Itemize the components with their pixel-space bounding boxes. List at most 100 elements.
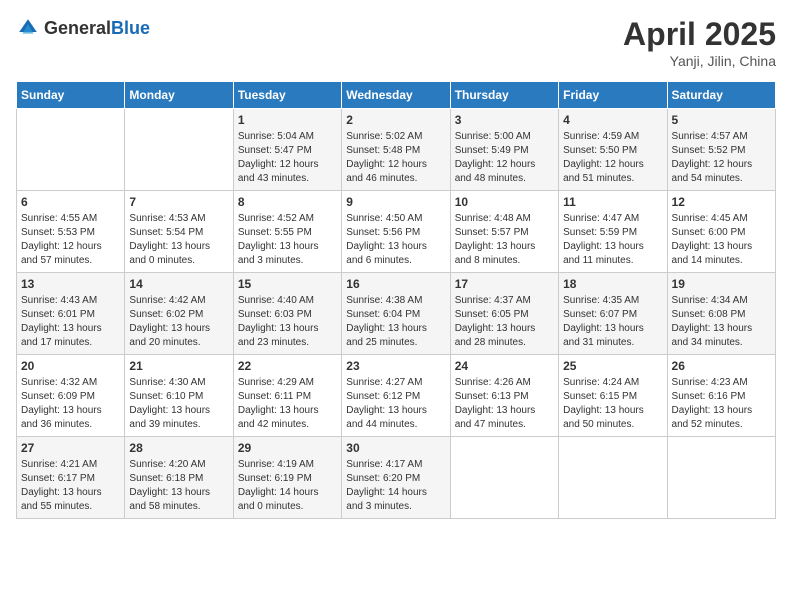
day-number: 20: [21, 359, 120, 373]
calendar-cell: 10Sunrise: 4:48 AMSunset: 5:57 PMDayligh…: [450, 191, 558, 273]
logo-text-blue: Blue: [111, 18, 150, 38]
day-number: 15: [238, 277, 337, 291]
logo-icon: [16, 16, 40, 40]
calendar-title: April 2025: [623, 16, 776, 53]
calendar-cell: 17 Sunrise: 4:37 AMSunset: 6:05 PMDayligh…: [450, 273, 558, 355]
day-number: 1: [238, 113, 337, 127]
day-info: Sunrise: 4:52 AMSunset: 5:55 PMDaylight:…: [238, 212, 337, 268]
weekday-header-monday: Monday: [125, 82, 233, 109]
calendar-cell: 18 Sunrise: 4:35 AMSunset: 6:07 PMDayligh…: [559, 273, 667, 355]
calendar-cell: 12 Sunrise: 4:45 AMSunset: 6:00 PMDayligh…: [667, 191, 775, 273]
day-info: Sunrise: 4:37 AMSunset: 6:05 PMDaylight:…: [455, 294, 554, 350]
calendar-week-row: 27Sunrise: 4:21 AMSunset: 6:17 PMDayligh…: [17, 437, 776, 519]
calendar-cell: 15Sunrise: 4:40 AMSunset: 6:03 PMDayligh…: [233, 273, 341, 355]
day-number: 16: [346, 277, 445, 291]
day-number: 24: [455, 359, 554, 373]
day-number: 6: [21, 195, 120, 209]
calendar-week-row: 6 Sunrise: 4:55 AMSunset: 5:53 PMDaylight…: [17, 191, 776, 273]
day-number: 14: [129, 277, 228, 291]
day-number: 18: [563, 277, 662, 291]
day-info: Sunrise: 4:38 AMSunset: 6:04 PMDaylight:…: [346, 294, 445, 350]
calendar-cell: 14 Sunrise: 4:42 AMSunset: 6:02 PMDayligh…: [125, 273, 233, 355]
calendar-cell: 25 Sunrise: 4:24 AMSunset: 6:15 PMDayligh…: [559, 355, 667, 437]
day-number: 26: [672, 359, 771, 373]
calendar-cell: 28Sunrise: 4:20 AMSunset: 6:18 PMDayligh…: [125, 437, 233, 519]
day-info: Sunrise: 4:42 AMSunset: 6:02 PMDaylight:…: [129, 294, 228, 350]
day-number: 9: [346, 195, 445, 209]
calendar-cell: [667, 437, 775, 519]
day-number: 2: [346, 113, 445, 127]
day-number: 21: [129, 359, 228, 373]
day-info: Sunrise: 4:34 AMSunset: 6:08 PMDaylight:…: [672, 294, 771, 350]
day-number: 29: [238, 441, 337, 455]
calendar-cell: 22Sunrise: 4:29 AMSunset: 6:11 PMDayligh…: [233, 355, 341, 437]
calendar-cell: 30Sunrise: 4:17 AMSunset: 6:20 PMDayligh…: [342, 437, 450, 519]
calendar-cell: 27Sunrise: 4:21 AMSunset: 6:17 PMDayligh…: [17, 437, 125, 519]
day-number: 12: [672, 195, 771, 209]
weekday-header-row: SundayMondayTuesdayWednesdayThursdayFrid…: [17, 82, 776, 109]
calendar-cell: 24Sunrise: 4:26 AMSunset: 6:13 PMDayligh…: [450, 355, 558, 437]
calendar-subtitle: Yanji, Jilin, China: [623, 53, 776, 69]
day-number: 30: [346, 441, 445, 455]
logo-text-general: General: [44, 18, 111, 38]
weekday-header-wednesday: Wednesday: [342, 82, 450, 109]
day-number: 23: [346, 359, 445, 373]
calendar-week-row: 13Sunrise: 4:43 AMSunset: 6:01 PMDayligh…: [17, 273, 776, 355]
calendar-week-row: 20Sunrise: 4:32 AMSunset: 6:09 PMDayligh…: [17, 355, 776, 437]
calendar-cell: [17, 109, 125, 191]
calendar-cell: 29 Sunrise: 4:19 AMSunset: 6:19 PMDayligh…: [233, 437, 341, 519]
day-info: Sunrise: 4:50 AMSunset: 5:56 PMDaylight:…: [346, 212, 445, 268]
day-info: Sunrise: 4:24 AMSunset: 6:15 PMDaylight:…: [563, 376, 662, 432]
calendar-table: SundayMondayTuesdayWednesdayThursdayFrid…: [16, 81, 776, 519]
weekday-header-thursday: Thursday: [450, 82, 558, 109]
calendar-cell: [450, 437, 558, 519]
day-info: Sunrise: 4:53 AMSunset: 5:54 PMDaylight:…: [129, 212, 228, 268]
calendar-cell: 5 Sunrise: 4:57 AMSunset: 5:52 PMDaylight…: [667, 109, 775, 191]
calendar-cell: 7 Sunrise: 4:53 AMSunset: 5:54 PMDaylight…: [125, 191, 233, 273]
day-number: 17: [455, 277, 554, 291]
day-number: 3: [455, 113, 554, 127]
calendar-week-row: 1 Sunrise: 5:04 AMSunset: 5:47 PMDaylight…: [17, 109, 776, 191]
day-number: 25: [563, 359, 662, 373]
calendar-cell: 16 Sunrise: 4:38 AMSunset: 6:04 PMDayligh…: [342, 273, 450, 355]
day-number: 5: [672, 113, 771, 127]
day-info: Sunrise: 4:20 AMSunset: 6:18 PMDaylight:…: [129, 458, 228, 514]
calendar-cell: 21 Sunrise: 4:30 AMSunset: 6:10 PMDayligh…: [125, 355, 233, 437]
calendar-cell: 11 Sunrise: 4:47 AMSunset: 5:59 PMDayligh…: [559, 191, 667, 273]
day-info: Sunrise: 5:00 AMSunset: 5:49 PMDaylight:…: [455, 130, 554, 186]
day-number: 4: [563, 113, 662, 127]
calendar-cell: 6 Sunrise: 4:55 AMSunset: 5:53 PMDaylight…: [17, 191, 125, 273]
weekday-header-tuesday: Tuesday: [233, 82, 341, 109]
calendar-cell: [559, 437, 667, 519]
day-info: Sunrise: 4:43 AMSunset: 6:01 PMDaylight:…: [21, 294, 120, 350]
calendar-cell: 1 Sunrise: 5:04 AMSunset: 5:47 PMDaylight…: [233, 109, 341, 191]
calendar-cell: 2Sunrise: 5:02 AMSunset: 5:48 PMDaylight…: [342, 109, 450, 191]
day-number: 8: [238, 195, 337, 209]
page-header: GeneralBlue April 2025 Yanji, Jilin, Chi…: [16, 16, 776, 69]
day-info: Sunrise: 4:47 AMSunset: 5:59 PMDaylight:…: [563, 212, 662, 268]
day-info: Sunrise: 4:30 AMSunset: 6:10 PMDaylight:…: [129, 376, 228, 432]
calendar-cell: 19Sunrise: 4:34 AMSunset: 6:08 PMDayligh…: [667, 273, 775, 355]
day-number: 27: [21, 441, 120, 455]
day-info: Sunrise: 4:48 AMSunset: 5:57 PMDaylight:…: [455, 212, 554, 268]
day-info: Sunrise: 4:19 AMSunset: 6:19 PMDaylight:…: [238, 458, 337, 514]
weekday-header-friday: Friday: [559, 82, 667, 109]
calendar-cell: [125, 109, 233, 191]
title-block: April 2025 Yanji, Jilin, China: [623, 16, 776, 69]
day-number: 22: [238, 359, 337, 373]
calendar-cell: 8 Sunrise: 4:52 AMSunset: 5:55 PMDaylight…: [233, 191, 341, 273]
day-info: Sunrise: 4:59 AMSunset: 5:50 PMDaylight:…: [563, 130, 662, 186]
day-info: Sunrise: 4:23 AMSunset: 6:16 PMDaylight:…: [672, 376, 771, 432]
day-number: 11: [563, 195, 662, 209]
day-number: 7: [129, 195, 228, 209]
day-info: Sunrise: 4:35 AMSunset: 6:07 PMDaylight:…: [563, 294, 662, 350]
day-info: Sunrise: 4:45 AMSunset: 6:00 PMDaylight:…: [672, 212, 771, 268]
day-info: Sunrise: 5:04 AMSunset: 5:47 PMDaylight:…: [238, 130, 337, 186]
day-info: Sunrise: 4:57 AMSunset: 5:52 PMDaylight:…: [672, 130, 771, 186]
calendar-cell: 20Sunrise: 4:32 AMSunset: 6:09 PMDayligh…: [17, 355, 125, 437]
calendar-cell: 13Sunrise: 4:43 AMSunset: 6:01 PMDayligh…: [17, 273, 125, 355]
calendar-cell: 4 Sunrise: 4:59 AMSunset: 5:50 PMDaylight…: [559, 109, 667, 191]
calendar-cell: 23Sunrise: 4:27 AMSunset: 6:12 PMDayligh…: [342, 355, 450, 437]
weekday-header-sunday: Sunday: [17, 82, 125, 109]
day-info: Sunrise: 4:55 AMSunset: 5:53 PMDaylight:…: [21, 212, 120, 268]
